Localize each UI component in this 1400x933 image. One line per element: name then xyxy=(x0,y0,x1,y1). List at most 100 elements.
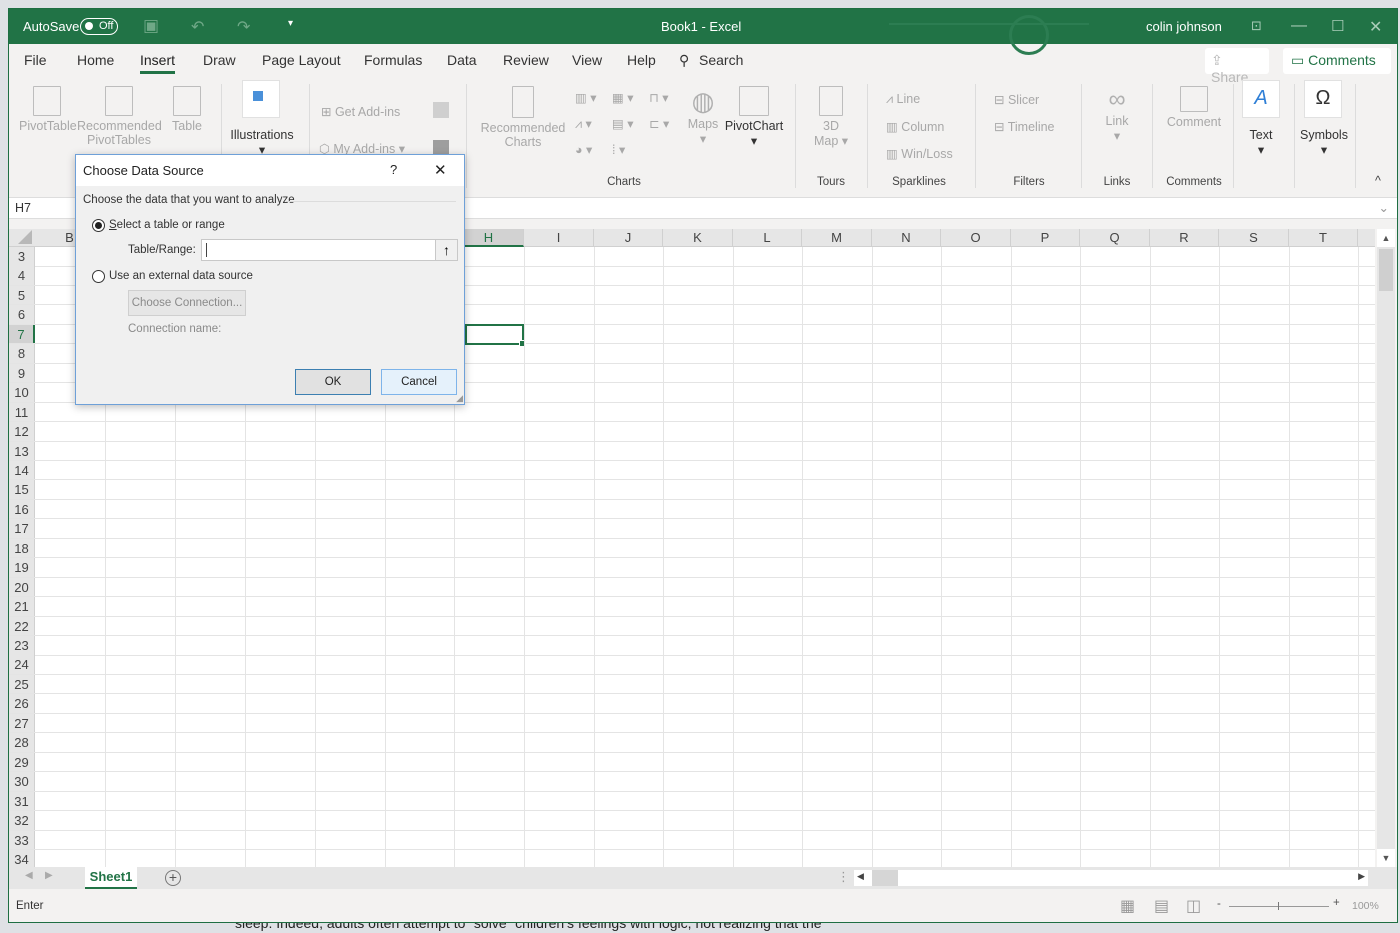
sparkline-line-button[interactable]: ⩘ Line xyxy=(886,92,920,107)
zoom-slider-thumb[interactable] xyxy=(1278,902,1279,910)
row-header-25[interactable]: 25 xyxy=(9,674,35,694)
pie-chart-button[interactable]: ◕ ▾ xyxy=(575,142,592,157)
grid-row-20[interactable]: 20 xyxy=(9,577,1375,598)
row-header-8[interactable]: 8 xyxy=(9,344,35,363)
column-chart-button[interactable]: ▥ ▾ xyxy=(575,90,597,105)
name-box[interactable]: H7 xyxy=(15,201,31,215)
column-header-t[interactable]: T xyxy=(1289,229,1358,247)
scroll-right-icon[interactable]: ▶ xyxy=(1358,871,1365,882)
column-header-r[interactable]: R xyxy=(1150,229,1219,247)
share-button[interactable]: ⇪ Share xyxy=(1205,48,1269,85)
row-header-24[interactable]: 24 xyxy=(9,655,35,674)
grid-row-26[interactable]: 26 xyxy=(9,694,1375,714)
select-range-label[interactable]: Select a table or range xyxy=(109,219,225,231)
grid-row-32[interactable]: 32 xyxy=(9,811,1375,831)
save-icon[interactable]: ▣ xyxy=(143,16,159,36)
grid-row-30[interactable]: 30 xyxy=(9,772,1375,792)
zoom-in-icon[interactable]: + xyxy=(1333,897,1340,909)
statistic-chart-button[interactable]: ▤ ▾ xyxy=(612,116,634,131)
column-header-m[interactable]: M xyxy=(802,229,872,247)
sparkline-column-button[interactable]: ▥ Column xyxy=(886,119,944,134)
row-header-28[interactable]: 28 xyxy=(9,733,35,752)
grid-row-29[interactable]: 29 xyxy=(9,752,1375,773)
collapse-dialog-arrow-icon[interactable]: ↑ xyxy=(435,240,457,260)
zoom-out-icon[interactable]: - xyxy=(1217,898,1221,910)
horizontal-scroll-thumb[interactable] xyxy=(872,870,898,886)
tab-formulas[interactable]: Formulas xyxy=(364,52,422,68)
grid-row-11[interactable]: 11 xyxy=(9,402,1375,423)
hierarchy-chart-button[interactable]: ▦ ▾ xyxy=(612,90,634,105)
page-break-view-icon[interactable]: ◫ xyxy=(1186,896,1201,916)
expand-formula-bar-icon[interactable]: ⌄ xyxy=(1379,200,1389,215)
row-header-20[interactable]: 20 xyxy=(9,577,35,597)
scatter-chart-button[interactable]: ⁞ ▾ xyxy=(612,142,625,157)
scroll-up-icon[interactable]: ▲ xyxy=(1377,229,1395,247)
column-header-o[interactable]: O xyxy=(941,229,1011,247)
choose-connection-button[interactable]: Choose Connection... xyxy=(128,290,246,316)
tab-review[interactable]: Review xyxy=(503,52,549,68)
select-all-corner[interactable] xyxy=(9,229,35,247)
row-header-18[interactable]: 18 xyxy=(9,538,35,558)
tab-home[interactable]: Home xyxy=(77,52,114,68)
row-header-29[interactable]: 29 xyxy=(9,752,35,772)
grid-row-33[interactable]: 33 xyxy=(9,830,1375,850)
grid-row-31[interactable]: 31 xyxy=(9,791,1375,812)
minimize-icon[interactable]: — xyxy=(1291,17,1307,35)
row-header-3[interactable]: 3 xyxy=(9,247,35,266)
grid-row-17[interactable]: 17 xyxy=(9,519,1375,539)
select-range-radio[interactable] xyxy=(92,219,105,232)
page-layout-view-icon[interactable]: ▤ xyxy=(1154,896,1169,916)
comment-button[interactable]: Comment xyxy=(1161,86,1227,129)
table-range-input[interactable]: ↑ xyxy=(201,239,458,261)
row-header-17[interactable]: 17 xyxy=(9,519,35,538)
grid-row-14[interactable]: 14 xyxy=(9,460,1375,481)
row-header-5[interactable]: 5 xyxy=(9,285,35,305)
table-button[interactable]: Table xyxy=(167,86,207,133)
row-header-27[interactable]: 27 xyxy=(9,713,35,733)
row-header-13[interactable]: 13 xyxy=(9,441,35,460)
row-header-34[interactable]: 34 xyxy=(9,849,35,867)
formula-input[interactable] xyxy=(469,200,1359,218)
vertical-scroll-thumb[interactable] xyxy=(1379,249,1393,291)
collapse-ribbon-icon[interactable]: ^ xyxy=(1375,174,1381,188)
column-header-k[interactable]: K xyxy=(663,229,733,247)
line-chart-button[interactable]: ⩘ ▾ xyxy=(575,116,592,132)
tab-data[interactable]: Data xyxy=(447,52,477,68)
pivottable-button[interactable]: PivotTable xyxy=(19,86,77,133)
comments-button[interactable]: ▭ Comments xyxy=(1283,48,1391,74)
next-sheet-icon[interactable]: ▶ xyxy=(45,870,53,881)
vertical-scrollbar[interactable]: ▲ ▼ xyxy=(1377,229,1395,867)
tab-help[interactable]: Help xyxy=(627,52,656,68)
row-header-32[interactable]: 32 xyxy=(9,811,35,830)
tab-file[interactable]: File xyxy=(24,52,47,68)
row-header-7[interactable]: 7 xyxy=(9,324,35,344)
waterfall-chart-button[interactable]: ⊓ ▾ xyxy=(649,90,669,105)
tab-view[interactable]: View xyxy=(572,52,602,68)
zoom-level[interactable]: 100% xyxy=(1352,900,1379,912)
cancel-button[interactable]: Cancel xyxy=(381,369,457,395)
grid-row-28[interactable]: 28 xyxy=(9,733,1375,753)
normal-view-icon[interactable]: ▦ xyxy=(1120,896,1135,916)
redo-icon[interactable]: ↷ xyxy=(237,17,250,37)
column-header-l[interactable]: L xyxy=(733,229,802,247)
help-button[interactable]: ? xyxy=(390,162,397,177)
symbols-button[interactable]: Symbols ▾ xyxy=(1294,128,1354,157)
row-header-33[interactable]: 33 xyxy=(9,830,35,849)
grid-row-13[interactable]: 13 xyxy=(9,441,1375,461)
recommended-pivottables-button[interactable]: Recommended PivotTables xyxy=(77,86,162,147)
grid-row-21[interactable]: 21 xyxy=(9,597,1375,617)
column-header-q[interactable]: Q xyxy=(1080,229,1150,247)
slicer-button[interactable]: ⊟ Slicer xyxy=(994,92,1039,107)
row-header-14[interactable]: 14 xyxy=(9,460,35,480)
scroll-left-icon[interactable]: ◀ xyxy=(857,871,864,882)
row-header-16[interactable]: 16 xyxy=(9,499,35,519)
grid-row-27[interactable]: 27 xyxy=(9,713,1375,734)
3d-map-button[interactable]: 3D Map ▾ xyxy=(809,86,853,148)
row-header-12[interactable]: 12 xyxy=(9,422,35,441)
row-header-26[interactable]: 26 xyxy=(9,694,35,713)
add-sheet-icon[interactable]: + xyxy=(165,870,181,886)
dialog-close-icon[interactable]: ✕ xyxy=(434,161,447,179)
grid-row-12[interactable]: 12 xyxy=(9,422,1375,442)
pivotchart-button[interactable]: PivotChart ▾ xyxy=(724,86,784,148)
grid-row-25[interactable]: 25 xyxy=(9,674,1375,695)
